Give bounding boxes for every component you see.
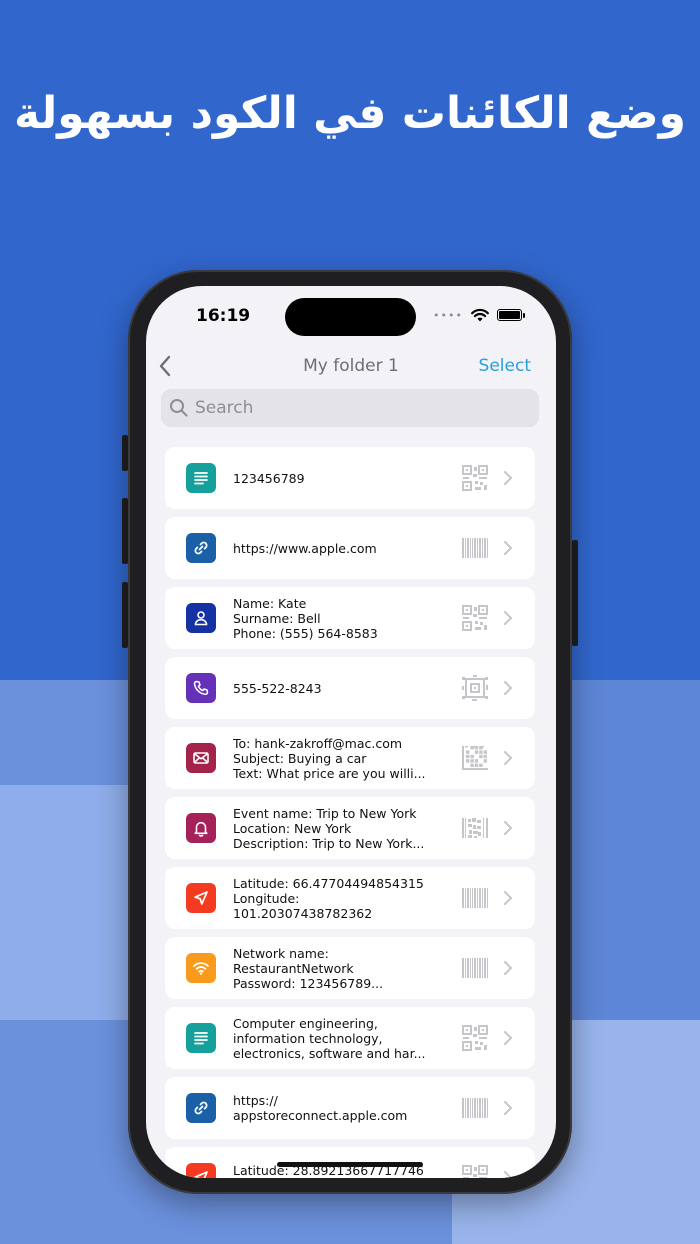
- dynamic-island: [285, 298, 416, 336]
- chevron-right-icon: [503, 890, 513, 906]
- chevron-right-icon: [503, 960, 513, 976]
- aztec-code-icon: [461, 675, 489, 701]
- wifi-status-icon: [471, 308, 489, 322]
- item-text-line: Phone: (555) 564-8583: [233, 625, 378, 641]
- qr-code-icon: [461, 1025, 489, 1051]
- promo-headline: وضع الكائنات في الكود بسهولة: [14, 88, 686, 139]
- item-text-line: information technology,: [233, 1030, 383, 1046]
- phone-power-button: [572, 540, 578, 646]
- item-text-line: Location: New York: [233, 820, 352, 836]
- list-item[interactable]: Event name: Trip to New York Location: Ne…: [165, 797, 535, 859]
- item-text-line: Network name:: [233, 945, 329, 961]
- status-time: 16:19: [196, 306, 251, 326]
- cellular-signal-icon: ••••: [433, 308, 463, 322]
- list-item[interactable]: Computer engineering, information technol…: [165, 1007, 535, 1069]
- barcode-icon: [461, 885, 489, 911]
- text-icon: [186, 463, 216, 493]
- list-item[interactable]: To: hank-zakroff@mac.com Subject: Buying …: [165, 727, 535, 789]
- pdf417-code-icon: [461, 815, 489, 841]
- phone-icon: [186, 673, 216, 703]
- bell-icon: [186, 813, 216, 843]
- list-item[interactable]: https://appstoreconnect.apple.com: [165, 1077, 535, 1139]
- item-text-line: 555-522-8243: [233, 680, 322, 696]
- search-bar[interactable]: [161, 389, 539, 427]
- item-text-line: https://: [233, 1093, 278, 1108]
- item-text: https://www.apple.com: [233, 517, 433, 579]
- mail-icon: [186, 743, 216, 773]
- location-icon: [186, 883, 216, 913]
- item-text: Event name: Trip to New York Location: Ne…: [233, 797, 433, 859]
- item-text-line: appstoreconnect.apple.com: [233, 1108, 408, 1123]
- chevron-right-icon: [503, 610, 513, 626]
- item-text-line: To: hank-zakroff@mac.com: [233, 735, 403, 751]
- navigation-bar: My folder 1 Select: [146, 352, 556, 386]
- list-item[interactable]: 555-522-8243: [165, 657, 535, 719]
- list-item[interactable]: Name: Kate Surname: Bell Phone: (555) 564-…: [165, 587, 535, 649]
- item-text-line: RestaurantNetwork: [233, 960, 354, 976]
- item-text-line: Event name: Trip to New York: [233, 805, 417, 821]
- qr-code-icon: [461, 1165, 489, 1178]
- phone-screen: 16:19 •••• My folder 1 Select 123456789 h…: [146, 286, 556, 1178]
- item-text-line: 101.20307438782362: [233, 905, 373, 921]
- qr-code-icon: [461, 605, 489, 631]
- status-indicators: ••••: [433, 308, 525, 322]
- battery-icon: [497, 309, 525, 321]
- item-text-line: Name: Kate: [233, 595, 307, 611]
- item-text-line: Text: What price are you willi...: [233, 765, 426, 781]
- item-text-line: Computer engineering,: [233, 1015, 378, 1031]
- wifi-icon: [186, 953, 216, 983]
- item-text-line: Subject: Buying a car: [233, 750, 367, 766]
- chevron-right-icon: [503, 1030, 513, 1046]
- barcode-icon: [461, 1095, 489, 1121]
- datamatrix-code-icon: [461, 745, 489, 771]
- item-text: https://appstoreconnect.apple.com: [233, 1077, 433, 1139]
- list-item[interactable]: 123456789: [165, 447, 535, 509]
- item-text-line: Password: 123456789...: [233, 975, 384, 991]
- qr-code-icon: [461, 465, 489, 491]
- search-input[interactable]: [195, 398, 515, 418]
- background-block: [0, 785, 128, 1020]
- location-icon: [186, 1163, 216, 1178]
- background-block: [572, 680, 700, 1020]
- chevron-right-icon: [503, 1170, 513, 1178]
- item-text: Latitude: 66.47704494854315 Longitude: 101…: [233, 867, 433, 929]
- item-text: Network name: RestaurantNetwork Password: …: [233, 937, 433, 999]
- list-item[interactable]: Network name: RestaurantNetwork Password: …: [165, 937, 535, 999]
- text-icon: [186, 1023, 216, 1053]
- chevron-right-icon: [503, 680, 513, 696]
- list-item[interactable]: https://www.apple.com: [165, 517, 535, 579]
- chevron-right-icon: [503, 820, 513, 836]
- link-icon: [186, 533, 216, 563]
- contact-icon: [186, 603, 216, 633]
- code-list: 123456789 https://www.apple.com Name: Kate…: [165, 447, 535, 1178]
- item-text-line: Longitude:: [233, 890, 300, 906]
- chevron-right-icon: [503, 540, 513, 556]
- search-icon: [170, 399, 188, 417]
- item-text-line: 123456789: [233, 470, 305, 486]
- item-text-line: Latitude: 66.47704494854315: [233, 875, 424, 891]
- chevron-right-icon: [503, 1100, 513, 1116]
- list-item[interactable]: Latitude: 66.47704494854315 Longitude: 101…: [165, 867, 535, 929]
- item-text: Computer engineering, information technol…: [233, 1007, 433, 1069]
- barcode-icon: [461, 535, 489, 561]
- item-text: 123456789: [233, 447, 433, 509]
- item-text: 555-522-8243: [233, 657, 433, 719]
- item-text-line: electronics, software and har...: [233, 1045, 426, 1061]
- home-indicator[interactable]: [277, 1162, 423, 1167]
- chevron-right-icon: [503, 470, 513, 486]
- item-text-line: https://www.apple.com: [233, 540, 377, 556]
- item-text-line: Description: Trip to New York...: [233, 835, 425, 851]
- link-icon: [186, 1093, 216, 1123]
- barcode-icon: [461, 955, 489, 981]
- item-text: To: hank-zakroff@mac.com Subject: Buying …: [233, 727, 433, 789]
- chevron-right-icon: [503, 750, 513, 766]
- select-button[interactable]: Select: [479, 356, 531, 376]
- item-text-line: Surname: Bell: [233, 610, 321, 626]
- item-text: Name: Kate Surname: Bell Phone: (555) 564-…: [233, 587, 433, 649]
